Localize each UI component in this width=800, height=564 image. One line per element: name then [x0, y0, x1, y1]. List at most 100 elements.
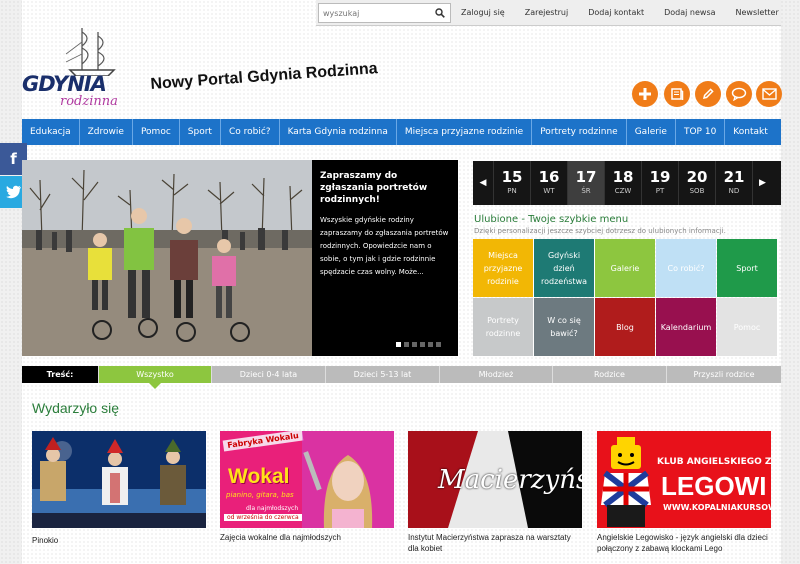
day-number: 20 [686, 168, 708, 186]
tile-miejsca[interactable]: Miejsca przyjazne rodzinie [473, 239, 533, 297]
slider-dot[interactable] [412, 342, 417, 347]
site-logo[interactable]: GDYNIA rodzinna [22, 22, 132, 110]
calendar-day[interactable]: 19 PT [641, 161, 678, 205]
tile-co-robic[interactable]: Co robić? [656, 239, 716, 297]
day-number: 18 [612, 168, 634, 186]
search-input[interactable] [319, 4, 429, 22]
tile-portrety[interactable]: Portrety rodzinne [473, 298, 533, 356]
card-image-text: WWW.KOPALNIAKURSOW.PL [663, 503, 771, 512]
nav-karta[interactable]: Karta Gdynia rodzinna [280, 119, 397, 145]
search-icon[interactable] [435, 8, 445, 18]
slider-dot[interactable] [436, 342, 441, 347]
add-contact-link[interactable]: Dodaj kontakt [588, 0, 644, 26]
calendar-strip: ◀ 15 PN 16 WT 17 ŚR 18 CZW 19 PT 20 SOB 21 ND ▶ [473, 161, 781, 205]
nav-pomoc[interactable]: Pomoc [133, 119, 180, 145]
card-image[interactable]: Macierzyństwo [408, 431, 582, 528]
calendar-prev[interactable]: ◀ [473, 161, 493, 205]
card-image[interactable] [32, 431, 206, 528]
card-caption[interactable]: Angielskie Legowisko - język angielski d… [597, 532, 771, 554]
card-image-text: pianino, gitara, bas [226, 491, 294, 499]
tab-dzieci-0-4[interactable]: Dzieci 0-4 lata [212, 366, 326, 383]
slider-heading[interactable]: Zapraszamy do zgłaszania portretów rodzi… [320, 170, 450, 206]
book-button[interactable] [664, 81, 690, 107]
card-image[interactable]: KLUB ANGIELSKIEGO Z KLOCKAMI LEGOWI WWW.… [597, 431, 771, 528]
calendar-day[interactable]: 15 PN [493, 161, 530, 205]
day-name: CZW [614, 187, 632, 195]
slider-text: Wszyskie gdyńskie rodziny zapraszamy do … [320, 216, 449, 276]
calendar-day[interactable]: 21 ND [715, 161, 752, 205]
search-box[interactable] [318, 3, 451, 23]
day-number: 21 [723, 168, 745, 186]
news-card[interactable]: KLUB ANGIELSKIEGO Z KLOCKAMI LEGOWI WWW.… [597, 431, 771, 554]
nav-miejsca[interactable]: Miejsca przyjazne rodzinie [397, 119, 533, 145]
day-name: WT [543, 187, 555, 195]
tab-dzieci-5-13[interactable]: Dzieci 5-13 lat [326, 366, 440, 383]
news-card[interactable]: Fabryka Wokalu Wokal pianino, gitara, ba… [220, 431, 394, 543]
calendar-day[interactable]: 16 WT [530, 161, 567, 205]
tab-mlodziez[interactable]: Młodzież [440, 366, 553, 383]
slider-dot[interactable] [396, 342, 401, 347]
card-caption[interactable]: Zajęcia wokalne dla najmłodszych [220, 532, 394, 543]
slider-dot[interactable] [404, 342, 409, 347]
plus-icon [639, 88, 651, 100]
card-image-text: dla najmłodszych [246, 505, 299, 512]
girl-with-microphone-image [302, 431, 394, 528]
card-caption[interactable]: Pinokio [32, 535, 206, 546]
calendar-day[interactable]: 20 SOB [678, 161, 715, 205]
login-link[interactable]: Zaloguj się [461, 0, 505, 26]
slider-dot[interactable] [420, 342, 425, 347]
nav-edukacja[interactable]: Edukacja [22, 119, 80, 145]
favorites-subtitle: Dzięki personalizacji jeszcze szybciej d… [474, 227, 726, 235]
content-tabs: Treść: Wszystko Dzieci 0-4 lata Dzieci 5… [22, 366, 781, 389]
tile-sport[interactable]: Sport [717, 239, 777, 297]
day-name: PN [507, 187, 517, 195]
card-image-text: KLUB ANGIELSKIEGO Z KLOCKAMI [657, 457, 771, 467]
nav-sport[interactable]: Sport [180, 119, 221, 145]
tile-galerie[interactable]: Galerie [595, 239, 655, 297]
news-card[interactable]: Macierzyństwo Instytut Macierzyństwa zap… [408, 431, 582, 554]
nav-galerie[interactable]: Galerie [627, 119, 676, 145]
newsletter-link[interactable]: Newsletter [736, 0, 779, 26]
add-news-link[interactable]: Dodaj newsa [664, 0, 715, 26]
card-image[interactable]: Fabryka Wokalu Wokal pianino, gitara, ba… [220, 431, 394, 528]
mail-button[interactable] [756, 81, 782, 107]
card-caption[interactable]: Instytut Macierzyństwa zaprasza na warsz… [408, 532, 582, 554]
logo-rodzinna: rodzinna [60, 94, 118, 109]
tab-wszystko[interactable]: Wszystko [99, 366, 212, 389]
card-image-text: od września do czerwca [224, 514, 302, 521]
tab-przyszli-rodzice[interactable]: Przyszli rodzice [667, 366, 781, 383]
slider-dot[interactable] [428, 342, 433, 347]
slider-dots [396, 342, 444, 347]
tile-w-co-sie-bawic[interactable]: W co się bawić? [534, 298, 594, 356]
add-button[interactable] [632, 81, 658, 107]
nav-kontakt[interactable]: Kontakt [725, 119, 775, 145]
top-links: Zaloguj się Zarejestruj Dodaj kontakt Do… [461, 0, 799, 26]
edit-button[interactable] [695, 81, 721, 107]
tile-kalendarium[interactable]: Kalendarium [656, 298, 716, 356]
calendar-day[interactable]: 18 CZW [604, 161, 641, 205]
book-icon [671, 88, 684, 100]
nav-portrety[interactable]: Portrety rodzinne [532, 119, 627, 145]
pencil-icon [702, 88, 714, 100]
calendar-next[interactable]: ▶ [752, 161, 772, 205]
favorites-title: Ulubione - Twoje szybkie menu [474, 214, 629, 225]
slider-caption: Zapraszamy do zgłaszania portretów rodzi… [320, 170, 450, 279]
day-number: 15 [501, 168, 523, 186]
news-card[interactable]: Pinokio [32, 431, 206, 546]
chat-button[interactable] [726, 81, 752, 107]
tile-pomoc[interactable]: Pomoc [717, 298, 777, 356]
lego-figure-image [601, 437, 651, 527]
nav-co-robic[interactable]: Co robić? [221, 119, 280, 145]
day-number: 16 [538, 168, 560, 186]
register-link[interactable]: Zarejestruj [525, 0, 568, 26]
nav-zdrowie[interactable]: Zdrowie [80, 119, 133, 145]
tile-blog[interactable]: Blog [595, 298, 655, 356]
favorites-tiles: Miejsca przyjazne rodzinie Gdyński dzień… [473, 239, 781, 356]
calendar-day-selected[interactable]: 17 ŚR [567, 161, 604, 205]
card-image-text: Wokal [228, 465, 290, 488]
card-image-text: Fabryka Wokalu [222, 431, 304, 452]
tile-dzien-rodzenstwa[interactable]: Gdyński dzień rodzeństwa [534, 239, 594, 297]
nav-top10[interactable]: TOP 10 [676, 119, 726, 145]
tab-rodzice[interactable]: Rodzice [553, 366, 667, 383]
hero-slider[interactable]: Zapraszamy do zgłaszania portretów rodzi… [22, 160, 458, 356]
